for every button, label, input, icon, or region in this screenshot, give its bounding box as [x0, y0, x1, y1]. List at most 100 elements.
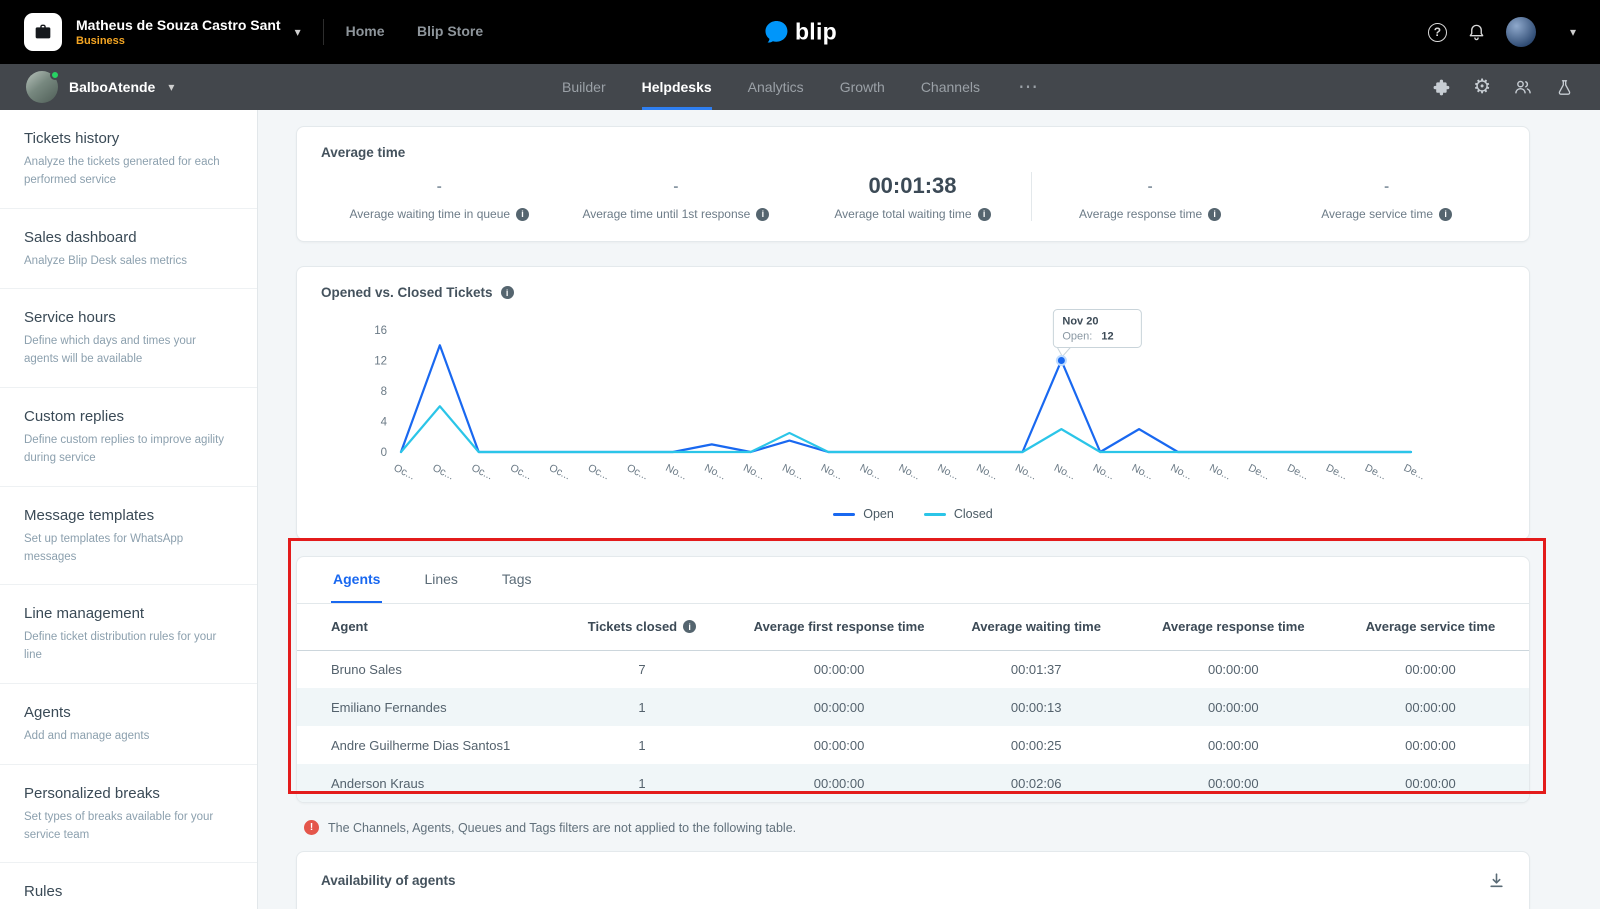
online-status-dot	[50, 70, 60, 80]
topbar-nav: Home Blip Store	[346, 23, 511, 41]
table-row: Emiliano Fernandes 1 00:00:00 00:00:13 0…	[297, 688, 1529, 726]
tab-label: Lines	[424, 571, 457, 587]
svg-text:De...: De...	[1363, 462, 1388, 483]
svg-text:Oc...: Oc...	[431, 462, 456, 483]
svg-text:Nov 20: Nov 20	[1062, 316, 1098, 328]
toolbar-actions: ⚙	[1432, 77, 1574, 97]
sidebar-item-title: Tickets history	[24, 130, 231, 147]
metric-avg-response-time: - Average response timei	[1032, 172, 1269, 221]
account-plan-badge: Business	[76, 35, 281, 48]
cell-agent: Emiliano Fernandes	[297, 688, 543, 726]
account-switcher[interactable]: Matheus de Souza Castro Sant Business ▾	[24, 13, 301, 51]
user-avatar[interactable]	[1506, 17, 1536, 47]
nav-blip-store[interactable]: Blip Store	[417, 23, 483, 39]
sidebar-item-sales-dashboard[interactable]: Sales dashboard Analyze Blip Desk sales …	[0, 209, 257, 290]
metric-avg-total-waiting: 00:01:38 Average total waiting timei	[794, 172, 1031, 221]
topbar-actions: ? ▾	[1428, 17, 1576, 47]
more-tabs-button[interactable]: ⋯	[1018, 77, 1038, 97]
tab-helpdesks[interactable]: Helpdesks	[642, 64, 712, 110]
tab-builder[interactable]: Builder	[562, 64, 606, 110]
nav-home[interactable]: Home	[346, 23, 385, 39]
sidebar-item-description: Define which days and times your agents …	[24, 333, 231, 369]
tab-analytics[interactable]: Analytics	[748, 64, 804, 110]
cell-avg-service: 00:00:00	[1332, 650, 1529, 688]
plugins-button[interactable]	[1432, 78, 1451, 97]
user-menu-chevron-down-icon[interactable]: ▾	[1570, 25, 1576, 39]
metric-avg-time-first-response: - Average time until 1st responsei	[558, 172, 795, 221]
metric-value: -	[558, 172, 795, 200]
column-avg-response: Average response time	[1135, 604, 1332, 650]
info-icon[interactable]: i	[501, 286, 514, 299]
svg-text:No...: No...	[974, 462, 999, 483]
svg-text:Open:: Open:	[1062, 331, 1092, 343]
tickets-line-chart: 0481216Oc...Oc...Oc...Oc...Oc...Oc...Oc.…	[321, 304, 1505, 507]
content-area: Average time - Average waiting time in q…	[258, 110, 1600, 909]
sidebar-item-title: Personalized breaks	[24, 785, 231, 802]
svg-text:0: 0	[381, 447, 387, 459]
metric-label: Average service time	[1321, 207, 1433, 221]
svg-text:Oc...: Oc...	[469, 462, 494, 483]
tab-growth[interactable]: Growth	[840, 64, 885, 110]
gear-icon: ⚙	[1473, 77, 1491, 97]
svg-text:No...: No...	[702, 462, 727, 483]
tab-channels[interactable]: Channels	[921, 64, 980, 110]
svg-text:No...: No...	[1013, 462, 1038, 483]
sidebar-item-title: Sales dashboard	[24, 229, 231, 246]
sidebar-item-message-templates[interactable]: Message templates Set up templates for W…	[0, 487, 257, 586]
cell-avg-service: 00:00:00	[1332, 726, 1529, 764]
organization-logo[interactable]	[24, 13, 62, 51]
help-icon: ?	[1428, 23, 1447, 42]
svg-text:No...: No...	[1207, 462, 1232, 483]
info-icon[interactable]: i	[1208, 208, 1221, 221]
column-avg-waiting: Average waiting time	[938, 604, 1135, 650]
bot-selector[interactable]: BalboAtende ▾	[26, 71, 174, 103]
sidebar-item-tickets-history[interactable]: Tickets history Analyze the tickets gene…	[0, 110, 257, 209]
sidebar-item-title: Rules	[24, 883, 231, 900]
opened-closed-tickets-card: Opened vs. Closed Tickets i 0481216Oc...…	[296, 266, 1530, 540]
legend-swatch	[833, 513, 855, 516]
settings-button[interactable]: ⚙	[1473, 77, 1491, 97]
team-button[interactable]	[1513, 77, 1533, 97]
sidebar-item-title: Custom replies	[24, 408, 231, 425]
account-name: Matheus de Souza Castro Sant	[76, 17, 281, 33]
filters-note-text: The Channels, Agents, Queues and Tags fi…	[328, 821, 796, 835]
info-icon[interactable]: i	[1439, 208, 1452, 221]
table-row: Anderson Kraus 1 00:00:00 00:02:06 00:00…	[297, 764, 1529, 802]
sidebar-item-agents[interactable]: Agents Add and manage agents	[0, 684, 257, 765]
sidebar-item-description: Define custom replies to improve agility…	[24, 432, 231, 468]
blip-logo: blip	[763, 19, 837, 46]
line-chart-svg: 0481216Oc...Oc...Oc...Oc...Oc...Oc...Oc.…	[321, 304, 1507, 502]
info-icon[interactable]: i	[978, 208, 991, 221]
notifications-button[interactable]	[1467, 23, 1486, 42]
sidebar-item-personalized-breaks[interactable]: Personalized breaks Set types of breaks …	[0, 765, 257, 864]
sidebar-item-description: Set up templates for WhatsApp messages	[24, 531, 231, 567]
average-time-title: Average time	[321, 145, 1505, 160]
main-layout: Tickets history Analyze the tickets gene…	[0, 110, 1600, 909]
availability-title: Availability of agents	[321, 873, 456, 888]
cell-agent: Anderson Kraus	[297, 764, 543, 802]
cell-tickets-closed: 1	[543, 764, 740, 802]
info-icon[interactable]: i	[683, 620, 696, 633]
download-button[interactable]	[1488, 872, 1505, 889]
bot-chevron-down-icon[interactable]: ▾	[168, 80, 174, 94]
svg-text:Oc...: Oc...	[586, 462, 611, 483]
account-chevron-down-icon[interactable]: ▾	[295, 25, 301, 39]
experiments-button[interactable]	[1555, 78, 1574, 97]
tab-lines[interactable]: Lines	[422, 557, 459, 603]
info-icon[interactable]: i	[516, 208, 529, 221]
tab-tags[interactable]: Tags	[500, 557, 534, 603]
info-icon[interactable]: i	[756, 208, 769, 221]
sidebar-item-line-management[interactable]: Line management Define ticket distributi…	[0, 585, 257, 684]
sidebar-item-custom-replies[interactable]: Custom replies Define custom replies to …	[0, 388, 257, 487]
sidebar-item-rules[interactable]: Rules Configure customer service rules o…	[0, 863, 257, 909]
briefcase-icon	[32, 21, 54, 43]
legend-swatch	[924, 513, 946, 516]
average-time-card: Average time - Average waiting time in q…	[296, 126, 1530, 242]
agents-table-card: Agents Lines Tags Agent Tickets closedi …	[296, 556, 1530, 803]
cell-avg-waiting: 00:00:25	[938, 726, 1135, 764]
sidebar-item-service-hours[interactable]: Service hours Define which days and time…	[0, 289, 257, 388]
help-button[interactable]: ?	[1428, 23, 1447, 42]
svg-text:No...: No...	[780, 462, 805, 483]
tab-agents[interactable]: Agents	[331, 557, 382, 603]
metric-value: -	[1268, 172, 1505, 200]
